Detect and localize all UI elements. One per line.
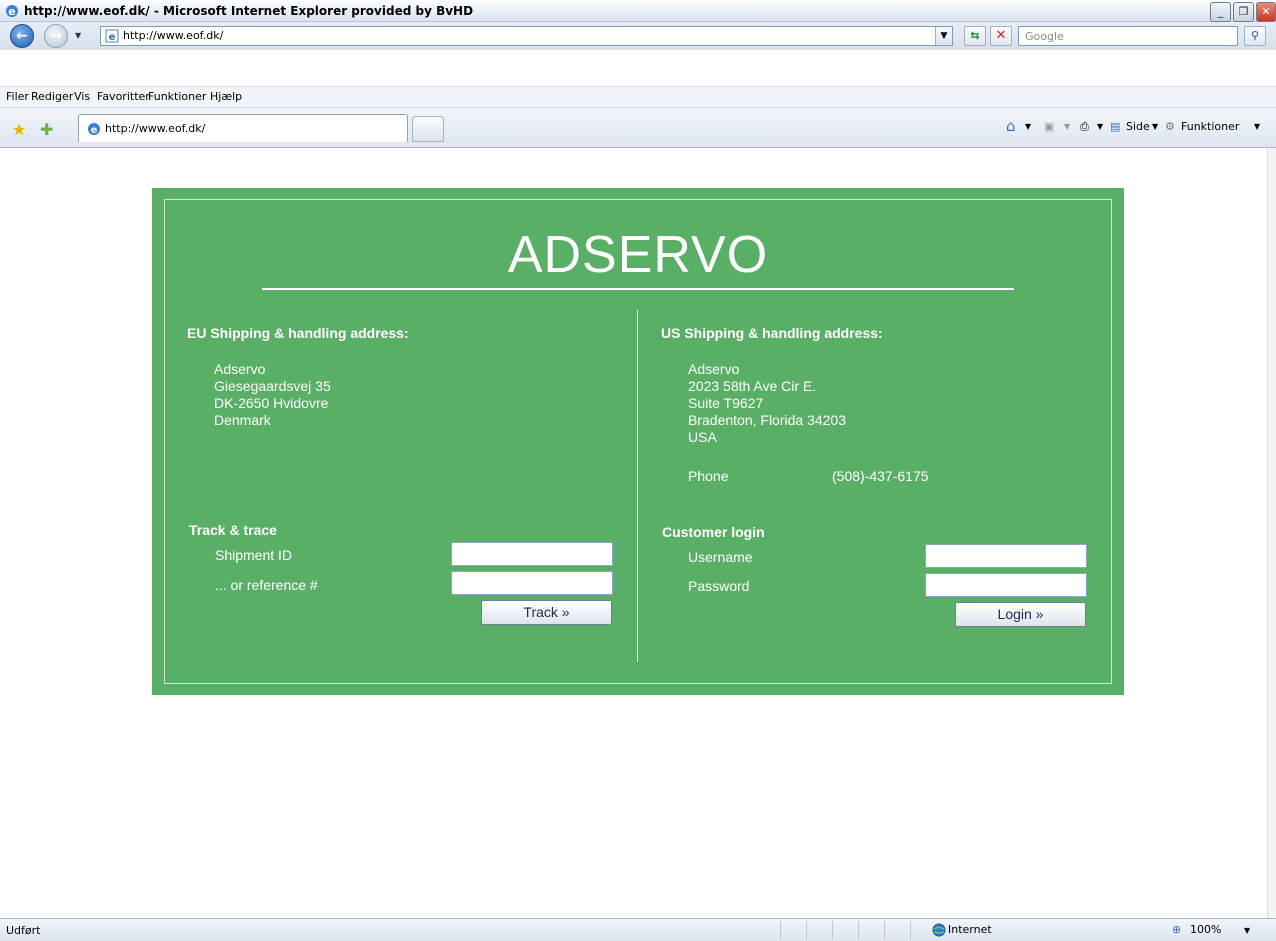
history-dropdown-icon[interactable]: ▼ (75, 31, 81, 40)
eu-heading: EU Shipping & handling address: (187, 325, 409, 341)
us-line-2: 2023 58th Ave Cir E. (688, 378, 817, 394)
username-input[interactable] (925, 544, 1087, 568)
favorites-star-icon[interactable]: ★ (12, 120, 26, 139)
svg-text:e: e (109, 32, 116, 43)
svg-text:e: e (91, 125, 98, 136)
status-segment (832, 921, 858, 939)
feeds-dropdown-icon[interactable]: ▼ (1064, 122, 1070, 131)
status-segment (806, 921, 832, 939)
tab-bar: ★ ✚ e http://www.eof.dk/ ⌂ ▼ ▣ ▼ ⎙ ▼ ▤ S… (0, 108, 1276, 148)
track-heading: Track & trace (189, 522, 277, 538)
address-dropdown-icon[interactable]: ▼ (935, 27, 952, 45)
track-button[interactable]: Track » (481, 600, 612, 625)
shipment-id-label: Shipment ID (215, 547, 293, 563)
phone-value: (508)-437-6175 (832, 468, 929, 484)
tools-menu[interactable]: Funktioner (1181, 120, 1239, 133)
us-line-3: Suite T9627 (688, 395, 764, 411)
new-tab-button[interactable] (412, 116, 444, 142)
address-url[interactable]: http://www.eof.dk/ (123, 29, 223, 42)
login-button[interactable]: Login » (955, 602, 1086, 627)
login-heading: Customer login (662, 524, 765, 540)
menu-item-funktioner[interactable]: Funktioner (148, 90, 206, 103)
home-icon[interactable]: ⌂ (1006, 117, 1016, 135)
address-bar[interactable]: e http://www.eof.dk/ ▼ (100, 26, 953, 46)
stop-button[interactable]: ✕ (990, 26, 1012, 46)
page-icon: e (105, 29, 119, 43)
restore-button[interactable]: ❐ (1233, 2, 1254, 22)
eu-line-3: DK-2650 Hvidovre (214, 395, 329, 411)
us-heading: US Shipping & handling address: (661, 325, 883, 341)
status-segment (884, 921, 910, 939)
menu-bar: Filer Rediger Vis Favoritter Funktioner … (0, 86, 1276, 108)
print-dropdown-icon[interactable]: ▼ (1097, 122, 1103, 131)
reference-input[interactable] (451, 571, 613, 595)
search-placeholder[interactable]: Google (1025, 30, 1064, 43)
brand-rule (262, 288, 1014, 290)
minimize-button[interactable]: _ (1210, 2, 1231, 22)
tools-dropdown-icon[interactable]: ▼ (1254, 122, 1260, 131)
us-line-5: USA (688, 429, 717, 445)
menu-item-favoritter[interactable]: Favoritter (97, 90, 150, 103)
password-label: Password (688, 578, 750, 594)
zoom-dropdown-icon[interactable]: ▼ (1244, 926, 1250, 935)
page-menu[interactable]: Side (1126, 120, 1150, 133)
zoom-level[interactable]: 100% (1190, 923, 1221, 936)
feeds-icon[interactable]: ▣ (1044, 120, 1054, 133)
status-segment (780, 921, 806, 939)
svg-text:e: e (8, 5, 15, 18)
column-divider (637, 310, 638, 662)
page-dropdown-icon[interactable]: ▼ (1152, 122, 1158, 131)
status-segment (858, 921, 884, 939)
eu-line-2: Giesegaardsvej 35 (214, 378, 331, 394)
status-bar: Udført Internet ⊕ 100% ▼ (0, 918, 1276, 941)
tab-eof[interactable]: e http://www.eof.dk/ (78, 114, 408, 142)
home-dropdown-icon[interactable]: ▼ (1025, 122, 1031, 131)
page-menu-icon[interactable]: ▤ (1110, 120, 1120, 133)
shipment-id-input[interactable] (451, 542, 613, 566)
eu-line-4: Denmark (214, 412, 271, 428)
eu-line-1: Adservo (214, 361, 266, 377)
tab-page-icon: e (88, 123, 100, 136)
back-button[interactable]: ← (10, 24, 34, 48)
refresh-button[interactable]: ⇆ (964, 26, 986, 46)
reference-label: ... or reference # (215, 577, 318, 593)
window-title: http://www.eof.dk/ - Microsoft Internet … (24, 4, 474, 18)
us-line-4: Bradenton, Florida 34203 (688, 412, 846, 428)
menu-item-filer[interactable]: Filer (6, 90, 29, 103)
print-icon[interactable]: ⎙ (1080, 120, 1089, 134)
us-line-1: Adservo (688, 361, 740, 377)
globe-icon (932, 923, 946, 937)
status-text: Udført (6, 924, 41, 937)
tools-gear-icon[interactable]: ⚙ (1165, 120, 1175, 133)
title-bar: e http://www.eof.dk/ - Microsoft Interne… (0, 0, 1276, 22)
navigation-bar: ← → ▼ e http://www.eof.dk/ ▼ ⇆ ✕ Google … (0, 22, 1276, 50)
search-icon[interactable]: ⚲ (1244, 26, 1266, 46)
tab-label[interactable]: http://www.eof.dk/ (105, 122, 205, 135)
forward-button[interactable]: → (44, 24, 68, 48)
ie-logo-icon: e (6, 5, 18, 18)
search-box[interactable]: Google (1018, 26, 1238, 46)
zoom-icon[interactable]: ⊕ (1172, 923, 1181, 936)
phone-label: Phone (688, 468, 729, 484)
menu-item-vis[interactable]: Vis (74, 90, 90, 103)
menu-item-hjaelp[interactable]: Hjælp (210, 90, 242, 103)
username-label: Username (688, 549, 753, 565)
security-zone[interactable]: Internet (948, 923, 992, 936)
brand-title: ADSERVO (507, 226, 769, 284)
password-input[interactable] (925, 573, 1087, 597)
add-favorites-icon[interactable]: ✚ (40, 120, 53, 139)
menu-item-rediger[interactable]: Rediger (31, 90, 73, 103)
close-button[interactable]: ✕ (1256, 2, 1276, 22)
